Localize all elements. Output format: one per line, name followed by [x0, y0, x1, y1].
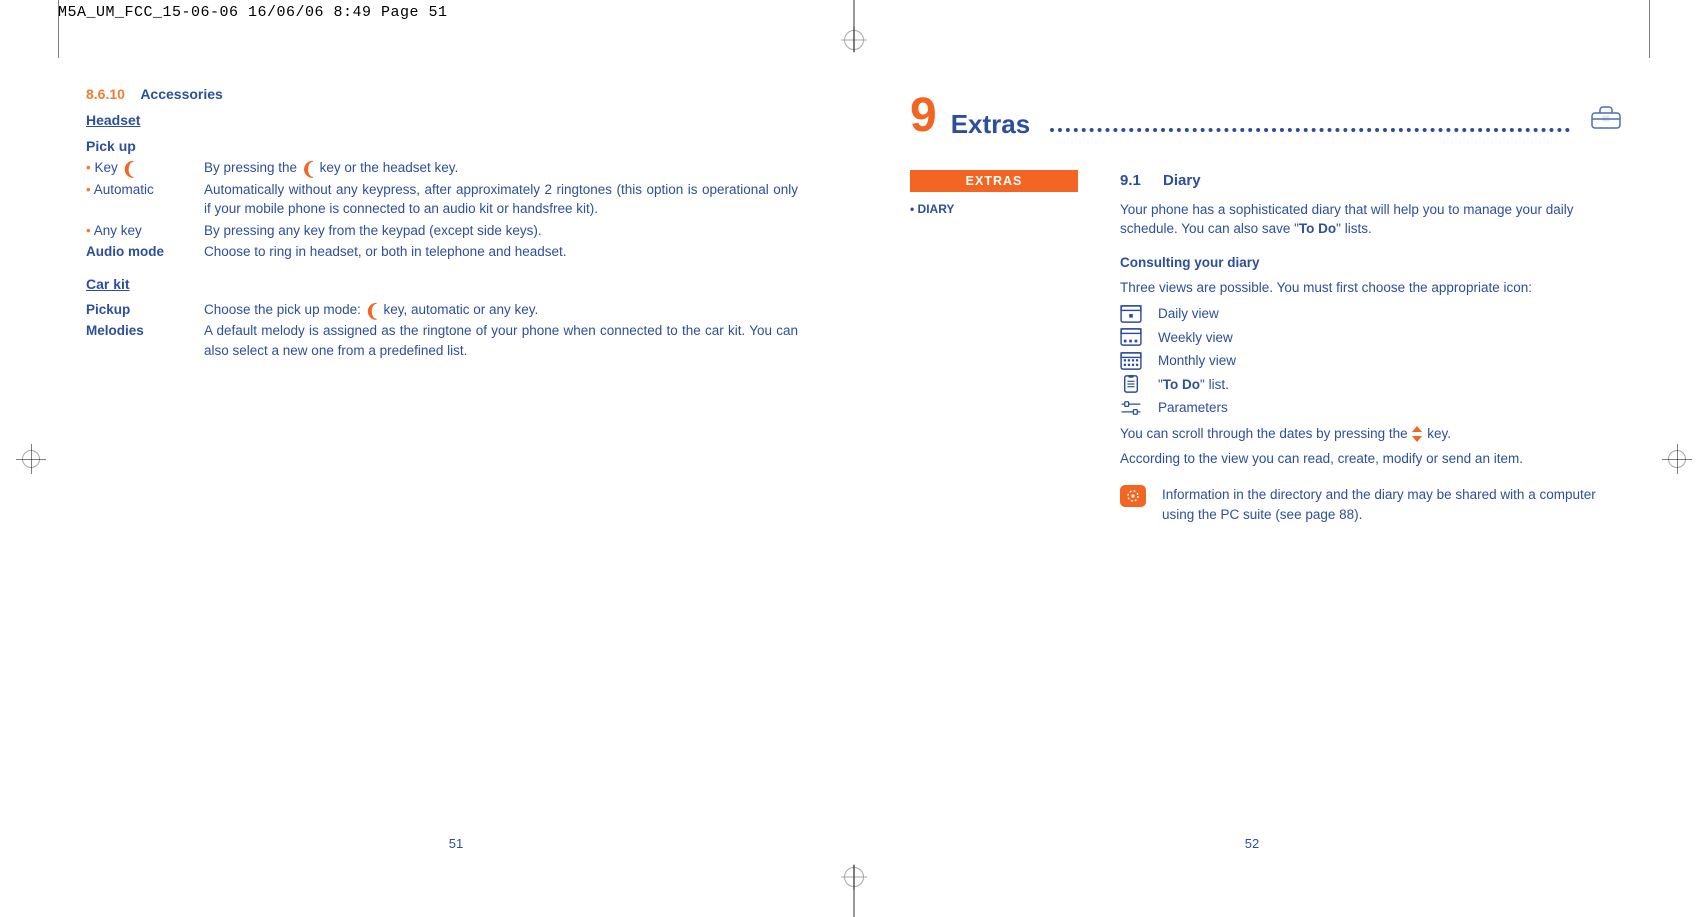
row-label: Melodies: [86, 321, 204, 341]
consulting-heading: Consulting your diary: [1120, 253, 1622, 273]
toolbox-icon: [1590, 105, 1622, 136]
according-text: According to the view you can read, crea…: [1120, 449, 1622, 469]
view-row-parameters: Parameters: [1120, 398, 1622, 418]
registration-mark-bottom: [844, 867, 864, 887]
text: key.: [1427, 426, 1451, 441]
chapter-dot-leader: [1050, 128, 1570, 132]
row-desc: By pressing the ❨ key or the headset key…: [204, 158, 798, 178]
page-right: 9 Extras EXTRAS DIARY: [854, 58, 1650, 859]
text: You can scroll through the dates by pres…: [1120, 426, 1411, 441]
info-note-text: Information in the directory and the dia…: [1162, 485, 1622, 524]
section-heading: 8.6.10 Accessories: [86, 86, 798, 102]
trim-line: [1649, 0, 1650, 58]
monthly-view-icon: [1120, 352, 1142, 370]
page-number-right: 52: [1245, 836, 1259, 851]
chapter-number: 9: [910, 92, 937, 140]
row-key: Key ❨ By pressing the ❨ key or the heads…: [86, 158, 798, 178]
subsection-title: Diary: [1163, 172, 1201, 189]
row-label: Key ❨: [86, 158, 204, 178]
call-key-icon: ❨: [301, 164, 316, 175]
sidebar-pill: EXTRAS: [910, 170, 1078, 192]
section-title: Accessories: [140, 86, 223, 102]
view-label: Monthly view: [1158, 351, 1236, 371]
right-columns: EXTRAS DIARY 9.1 Diary Your phone has a …: [910, 170, 1622, 524]
row-carkit-pickup: Pickup Choose the pick up mode: ❨ key, a…: [86, 300, 798, 320]
row-desc: Choose to ring in headset, or both in te…: [204, 242, 798, 262]
row-label: Any key: [86, 221, 204, 241]
subsection-number: 9.1: [1120, 172, 1141, 189]
registration-mark-right: [1668, 450, 1686, 468]
page-left: 8.6.10 Accessories Headset Pick up Key ❨…: [58, 58, 854, 859]
bold-text: To Do: [1299, 221, 1336, 236]
page-number-left: 51: [449, 836, 463, 851]
row-label: Automatic: [86, 180, 204, 200]
text: " lists.: [1336, 221, 1372, 236]
view-label: "To Do" list.: [1158, 375, 1229, 395]
registration-mark-left: [22, 450, 40, 468]
sidebar: EXTRAS DIARY: [910, 170, 1078, 524]
row-desc: A default melody is assigned as the ring…: [204, 321, 798, 360]
text: " list.: [1200, 377, 1229, 392]
scroll-text: You can scroll through the dates by pres…: [1120, 424, 1622, 444]
view-row-todo: "To Do" list.: [1120, 375, 1622, 395]
intro-paragraph: Your phone has a sophisticated diary tha…: [1120, 200, 1622, 239]
chapter-heading: 9 Extras: [910, 92, 1622, 140]
subsection-heading: 9.1 Diary: [1120, 170, 1622, 192]
section-number: 8.6.10: [86, 86, 125, 102]
page-spread: 8.6.10 Accessories Headset Pick up Key ❨…: [58, 58, 1650, 859]
weekly-view-icon: [1120, 328, 1142, 346]
daily-view-icon: [1120, 305, 1142, 323]
view-row-monthly: Monthly view: [1120, 351, 1622, 371]
sidebar-item-diary: DIARY: [910, 202, 1078, 216]
headset-heading: Headset: [86, 112, 140, 128]
row-desc: Choose the pick up mode: ❨ key, automati…: [204, 300, 798, 320]
content-column: 9.1 Diary Your phone has a sophisticated…: [1120, 170, 1622, 524]
row-audiomode: Audio mode Choose to ring in headset, or…: [86, 242, 798, 262]
row-label: Pickup: [86, 300, 204, 320]
todo-list-icon: [1120, 375, 1142, 393]
desc-text: By pressing the: [204, 160, 301, 175]
view-row-daily: Daily view: [1120, 304, 1622, 324]
three-views-text: Three views are possible. You must first…: [1120, 278, 1622, 298]
printer-header-stamp: M5A_UM_FCC_15-06-06 16/06/06 8:49 Page 5…: [58, 4, 448, 21]
row-carkit-melodies: Melodies A default melody is assigned as…: [86, 321, 798, 360]
row-desc: Automatically without any keypress, afte…: [204, 180, 798, 219]
label-text: Key: [94, 160, 121, 175]
desc-text: key or the headset key.: [316, 160, 458, 175]
row-desc: By pressing any key from the keypad (exc…: [204, 221, 798, 241]
call-key-icon: ❨: [365, 306, 380, 317]
view-row-weekly: Weekly view: [1120, 328, 1622, 348]
info-icon: [1120, 485, 1146, 507]
parameters-icon: [1120, 399, 1142, 417]
bold-text: To Do: [1163, 377, 1200, 392]
up-down-key-icon: [1411, 424, 1423, 444]
view-label: Weekly view: [1158, 328, 1233, 348]
chapter-title: Extras: [951, 109, 1031, 140]
registration-mark-top: [844, 30, 864, 50]
desc-text: Choose the pick up mode:: [204, 302, 365, 317]
desc-text: key, automatic or any key.: [380, 302, 539, 317]
pickup-heading: Pick up: [86, 138, 798, 154]
trim-line: [58, 0, 59, 58]
view-label: Parameters: [1158, 398, 1228, 418]
view-label: Daily view: [1158, 304, 1219, 324]
call-key-icon: ❨: [122, 164, 137, 175]
info-note: Information in the directory and the dia…: [1120, 485, 1622, 524]
row-automatic: Automatic Automatically without any keyp…: [86, 180, 798, 219]
carkit-heading: Car kit: [86, 276, 130, 292]
row-label: Audio mode: [86, 242, 204, 262]
row-anykey: Any key By pressing any key from the key…: [86, 221, 798, 241]
